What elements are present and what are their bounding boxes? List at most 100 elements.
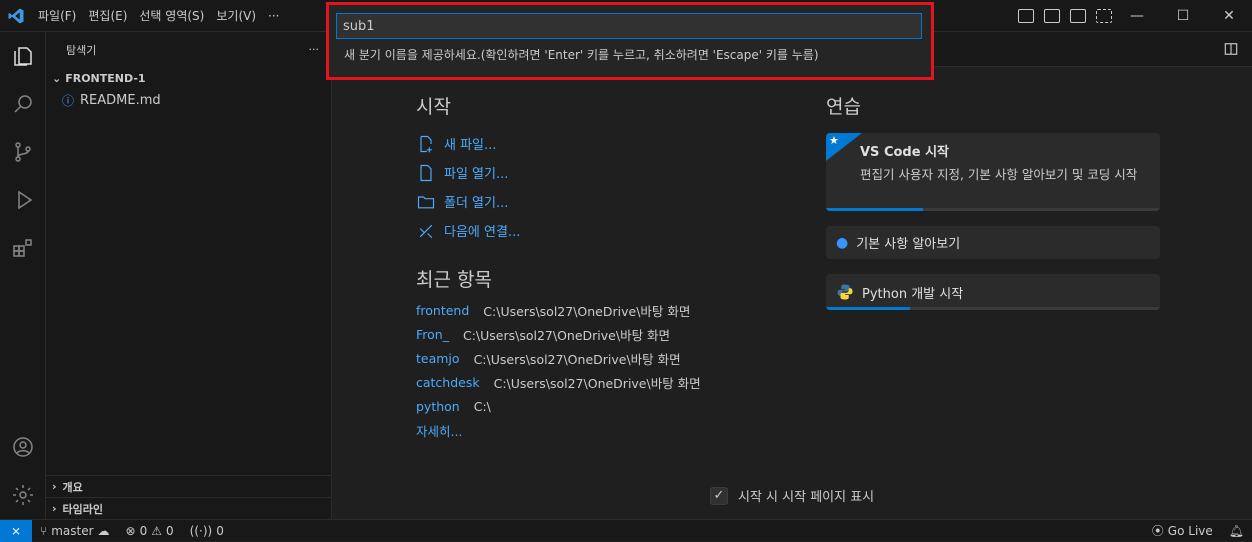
outline-section[interactable]: › 개요 [46,475,331,497]
walkthrough-card-python[interactable]: Python 개발 시작 [826,274,1160,310]
folder-name: FRONTEND-1 [65,71,146,85]
search-icon[interactable] [0,80,46,128]
explorer-icon[interactable] [0,32,46,80]
open-file-icon [420,164,432,181]
branch-name: master [51,523,94,538]
git-branch-icon: ⑂ [40,523,48,538]
folder-icon [417,195,435,208]
quick-input-widget: 새 분기 이름을 제공하세요.(확인하려면 'Enter' 키를 누르고, 취소… [326,2,934,80]
recent-name[interactable]: teamjo [416,351,460,366]
walkthrough-card-vscode[interactable]: ★ VS Code 시작 편집기 사용자 지정, 기본 사항 알아보기 및 코딩… [826,133,1160,211]
progress-fill [826,208,923,211]
toggle-secondary-sidebar-icon[interactable] [1070,9,1086,23]
recent-item[interactable]: frontend C:\Users\sol27\OneDrive\바탕 화면 [416,298,766,322]
recent-path: C:\ [473,398,491,414]
open-file-label: 파일 열기... [444,167,509,182]
close-icon[interactable]: ✕ [1206,0,1252,32]
open-folder-label: 폴더 열기... [444,196,509,211]
check-icon: ✓ [713,488,725,503]
timeline-section[interactable]: › 타임라인 [46,497,331,519]
ports-indicator[interactable]: ((·)) 0 [182,524,232,538]
file-item[interactable]: ⓘ README.md [46,89,331,111]
customize-layout-icon[interactable] [1096,9,1112,23]
sync-icon: ☁ [97,523,110,538]
info-icon: ⓘ [62,93,75,108]
show-on-startup-checkbox[interactable]: ✓ [710,486,728,505]
settings-gear-icon[interactable] [0,471,46,519]
maximize-icon[interactable]: ☐ [1160,0,1206,32]
chevron-right-icon: › [52,502,57,515]
new-file-label: 새 파일... [444,138,497,153]
toggle-panel-icon[interactable] [1044,9,1060,23]
window-controls: — ☐ ✕ [1114,0,1252,32]
recent-item[interactable]: python C:\ [416,394,766,418]
recent-name[interactable]: Fron_ [416,327,449,342]
sidebar-sections: › 개요 › 타임라인 [46,475,331,519]
menu-file[interactable]: 파일(F) [32,0,82,32]
recent-item[interactable]: catchdesk C:\Users\sol27\OneDrive\바탕 화면 [416,370,766,394]
walkthrough-progress [826,307,1160,310]
progress-fill [826,307,910,310]
recent-name[interactable]: catchdesk [416,375,480,390]
extensions-icon[interactable] [0,224,46,272]
warning-icon: ⚠ [151,523,162,538]
explorer-sidebar: 탐색기 ··· ⌄ FRONTEND-1 ⓘ README.md › 개요 › … [46,32,332,519]
folder-root[interactable]: ⌄ FRONTEND-1 [46,67,331,89]
recent-path: C:\Users\sol27\OneDrive\바탕 화면 [462,327,671,343]
walkthrough-title: Python 개발 시작 [836,283,963,302]
outline-label: 개요 [62,480,83,494]
sidebar-more-button[interactable]: ··· [309,43,320,56]
connect-to-label: 다음에 연결... [444,225,521,240]
account-icon[interactable] [0,423,46,471]
recent-item[interactable]: Fron_ C:\Users\sol27\OneDrive\바탕 화면 [416,322,766,346]
error-count: 0 [139,523,148,538]
open-file-link[interactable]: 파일 열기... [416,158,766,187]
vscode-logo-icon [0,0,32,32]
notifications-icon[interactable]: 🔔︎ [1221,524,1252,538]
open-folder-link[interactable]: 폴더 열기... [416,187,766,216]
recent-name[interactable]: python [416,399,460,414]
remote-indicator-icon[interactable]: ⨯ [0,519,32,542]
new-file-link[interactable]: 새 파일... [416,129,766,158]
toggle-sidebar-icon[interactable] [1018,9,1034,23]
welcome-start: 시작 새 파일... 파일 열기... 폴더 열기... 다음에 연결... 최… [416,92,766,442]
walkthrough-description: 편집기 사용자 지정, 기본 사항 알아보기 및 코딩 시작 [860,167,1138,182]
walkthrough-card-fundamentals[interactable]: ● 기본 사항 알아보기 [826,226,1160,259]
lightbulb-icon: ● [836,234,849,251]
go-live-button[interactable]: ⦿ Go Live [1144,522,1221,539]
status-bar: ⨯ ⑂ master ☁ ⊗ 0 ⚠ 0 ((·)) 0 ⦿ Go Live 🔔… [0,519,1252,542]
menu-edit[interactable]: 편집(E) [82,0,133,32]
walkthroughs-heading: 연습 [826,96,861,118]
branch-indicator[interactable]: ⑂ master ☁ [32,524,118,538]
welcome-walkthroughs: 연습 ★ VS Code 시작 편집기 사용자 지정, 기본 사항 알아보기 및… [826,92,1160,325]
chevron-right-icon: › [52,480,57,493]
activity-bar [0,32,46,519]
menu-view[interactable]: 보기(V) [210,0,262,32]
star-icon: ★ [829,134,839,147]
recent-more-link[interactable]: 자세히... [416,418,766,442]
menu-bar: 파일(F) 편집(E) 선택 영역(S) 보기(V) ··· [32,0,285,32]
branch-name-input[interactable] [336,13,922,39]
split-editor-icon[interactable] [1224,42,1238,56]
recent-item[interactable]: teamjo C:\Users\sol27\OneDrive\바탕 화면 [416,346,766,370]
more-label[interactable]: 자세히... [416,421,462,440]
menu-more[interactable]: ··· [262,0,285,32]
run-debug-icon[interactable] [0,176,46,224]
recent-path: C:\Users\sol27\OneDrive\바탕 화면 [483,303,691,319]
problems-indicator[interactable]: ⊗ 0 ⚠ 0 [118,524,182,538]
sidebar-title: 탐색기 [66,43,97,57]
ports-count: 0 [216,523,224,538]
start-heading: 시작 [416,96,451,118]
minimize-icon[interactable]: — [1114,0,1160,32]
connect-to-link[interactable]: 다음에 연결... [416,216,766,245]
recent-name[interactable]: frontend [416,303,469,318]
menu-selection[interactable]: 선택 영역(S) [133,0,210,32]
layout-controls [1018,0,1112,32]
walkthrough-progress [826,208,1160,211]
source-control-icon[interactable] [0,128,46,176]
error-icon: ⊗ [125,523,136,538]
quick-input-message: 새 분기 이름을 제공하세요.(확인하려면 'Enter' 키를 누르고, 취소… [344,48,819,62]
timeline-label: 타임라인 [62,502,104,516]
broadcast-icon: ((·)) [189,523,213,538]
show-on-startup-label: 시작 시 시작 페이지 표시 [738,490,875,505]
